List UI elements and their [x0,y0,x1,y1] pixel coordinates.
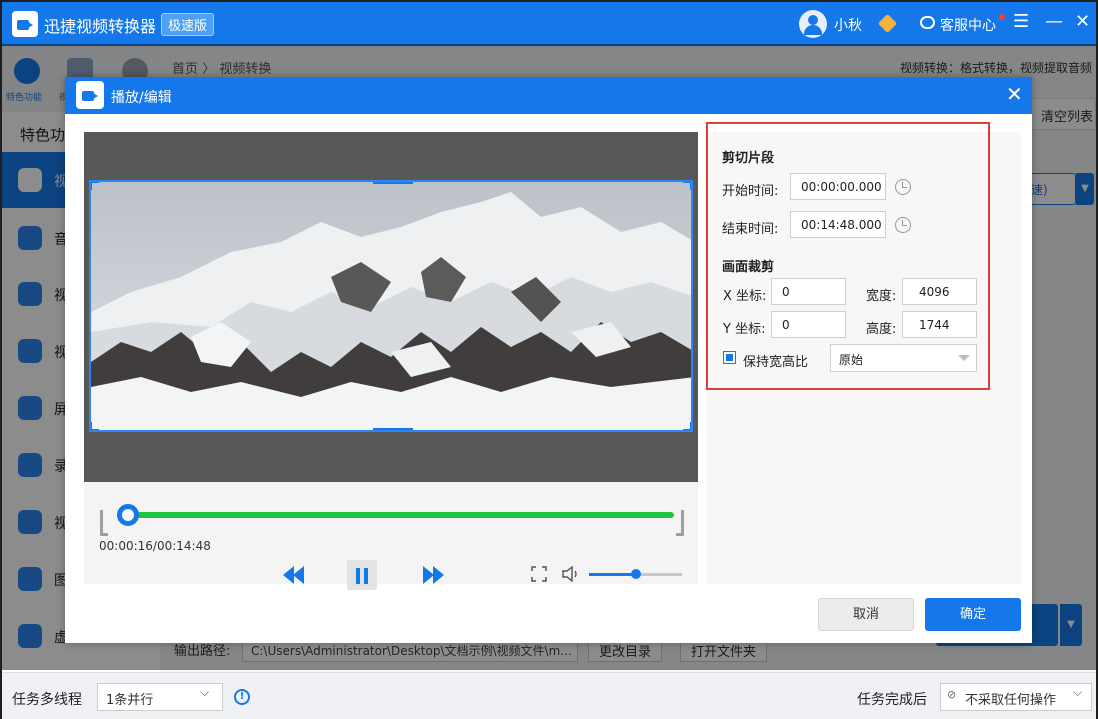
rewind-button[interactable] [279,560,309,590]
fullscreen-icon[interactable] [531,566,547,582]
avatar[interactable] [799,10,827,38]
cut-section-title: 剪切片段 [722,151,775,166]
volume-level [589,573,636,576]
progress-knob[interactable] [117,504,139,526]
width-input[interactable]: 4096 [902,278,977,305]
crop-handle-bottom-right[interactable] [683,422,691,430]
minimize-button[interactable]: — [1045,12,1063,32]
time-readout: 00:00:16/00:14:48 [99,539,211,553]
y-coord-input[interactable]: 0 [771,311,846,338]
service-center-link[interactable]: 客服中心 [940,15,996,35]
crop-handle-bottom-left[interactable] [91,422,99,430]
no-action-icon: ⊘ [947,688,957,701]
confirm-button[interactable]: 确定 [925,598,1021,631]
reset-time-icon[interactable] [895,179,911,195]
video-player: 00:00:16/00:14:48 [84,132,698,590]
status-bar: 任务多线程 1条并行 ⌵ ! 任务完成后 不采取任何操作 ⊘ ⌵ [2,672,1096,719]
app-logo-icon [76,81,104,109]
notification-dot [999,14,1005,20]
video-canvas [84,132,698,482]
dialog-title: 播放/编辑 [111,90,172,106]
chevron-down-icon[interactable] [958,355,970,361]
after-done-select[interactable]: 不采取任何操作 [940,683,1092,711]
edition-badge: 极速版 [161,13,215,36]
crop-handle-top-left[interactable] [91,182,99,190]
menu-button[interactable]: ☰ [1013,12,1029,32]
height-input[interactable]: 1744 [902,311,977,338]
title-bar: 迅捷视频转换器 极速版 小秋 客服中心 ☰ — ✕ [2,2,1096,46]
dialog-header: 播放/编辑 ✕ [65,77,1032,114]
reset-time-icon[interactable] [895,217,911,233]
volume-knob[interactable] [630,569,641,579]
crop-handle-top[interactable] [373,182,413,184]
aspect-ratio-select[interactable]: 原始 [830,344,977,372]
video-preview-image [91,182,691,430]
trim-end-handle[interactable] [676,510,684,536]
pause-icon [356,568,360,584]
trim-start-handle[interactable] [100,510,108,536]
fast-forward-button[interactable] [419,560,449,590]
close-button[interactable]: ✕ [1075,12,1090,32]
user-name[interactable]: 小秋 [834,15,862,35]
crop-section-title: 画面裁剪 [722,260,775,275]
chat-icon[interactable] [920,16,935,29]
crop-handle-top-right[interactable] [683,182,691,190]
keep-ratio-label: 保持宽高比 [743,355,809,370]
after-done-label: 任务完成后 [857,692,927,708]
keep-ratio-checkbox[interactable] [723,351,736,364]
app-title: 迅捷视频转换器 [44,17,157,36]
end-time-label: 结束时间: [722,222,779,237]
play-edit-dialog: 播放/编辑 ✕ 00:00:16/00:14:48 剪切片段 开始时间: 00:… [65,77,1032,643]
video-frame[interactable] [89,180,693,432]
cancel-button[interactable]: 取消 [818,598,914,631]
start-time-input[interactable]: 00:00:00.000 [790,173,886,200]
height-label: 高度: [866,322,897,337]
x-coord-label: X 坐标: [723,289,767,304]
multithread-label: 任务多线程 [12,692,82,708]
dialog-close-button[interactable]: ✕ [1006,83,1023,105]
info-icon[interactable]: ! [234,689,250,705]
pause-button[interactable] [347,560,377,590]
y-coord-label: Y 坐标: [723,322,766,337]
end-time-input[interactable]: 00:14:48.000 [790,211,886,238]
progress-track[interactable] [118,512,674,518]
crop-handle-bottom[interactable] [373,428,413,430]
chevron-down-icon[interactable]: ⌵ [1073,685,1082,700]
vip-icon[interactable] [877,13,898,34]
start-time-label: 开始时间: [722,184,779,199]
x-coord-input[interactable]: 0 [771,278,846,305]
width-label: 宽度: [866,289,897,304]
volume-icon[interactable] [562,566,580,582]
app-logo-icon [12,11,38,37]
chevron-down-icon[interactable]: ⌵ [200,685,209,700]
